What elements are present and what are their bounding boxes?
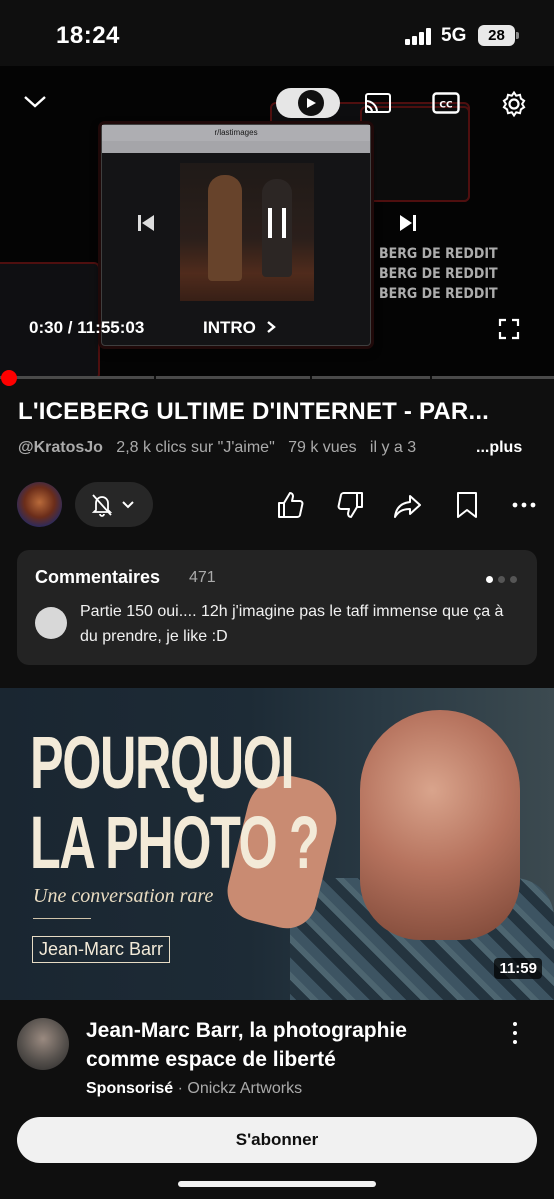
advertiser-avatar[interactable] [17,1018,69,1070]
status-time: 18:24 [56,22,120,49]
home-indicator [178,1181,376,1187]
more-actions-button[interactable] [511,490,541,520]
svg-text:CC: CC [439,101,453,111]
advertiser-name: Onickz Artworks [187,1080,303,1097]
signal-icon [405,28,433,45]
autoplay-toggle[interactable] [276,88,340,118]
bookmark-icon [457,492,477,518]
top-comment: Partie 150 oui.... 12h j'imagine pas le … [80,603,504,645]
status-bar: 18:24 5G 28 [0,0,554,66]
collapse-chevron-icon[interactable] [22,92,48,112]
comments-count: 471 [189,569,216,586]
thumbnail-headline-1: POURQUOI [30,721,294,804]
chevron-right-icon [266,321,276,333]
ad-title[interactable]: Jean-Marc Barr, la photographie comme es… [86,1016,486,1074]
share-icon [394,495,421,518]
notification-bell-button[interactable] [75,482,153,527]
network-type: 5G [441,25,467,46]
next-icon[interactable] [395,210,421,236]
save-button[interactable] [452,490,482,520]
comments-card[interactable]: Commentaires 471 Partie 150 oui.... 12h … [17,550,537,665]
previous-icon[interactable] [133,210,159,236]
chapter-button[interactable]: INTRO [203,318,277,338]
commenter-avatar [35,607,67,639]
thumbnail-headline-2: LA PHOTO ? [30,801,320,884]
thumbnail-rule [33,918,91,919]
ad-meta: Sponsorisé · Onickz Artworks [86,1080,303,1097]
progress-bar[interactable] [0,376,554,379]
cast-icon[interactable] [362,90,394,118]
chapter-divider [310,376,312,379]
comments-title: Commentaires [35,567,161,587]
ad-menu-icon[interactable] [510,1022,520,1048]
chapter-label: INTRO [203,318,256,337]
thumbnail-name: Jean-Marc Barr [32,936,171,963]
chapter-divider [154,376,156,379]
chapter-divider [430,376,432,379]
progress-scrubber[interactable] [1,370,17,386]
sponsored-label: Sponsorisé [86,1080,174,1097]
chevron-down-icon [122,501,134,509]
more-link[interactable]: ...plus [476,439,522,457]
video-title[interactable]: L'ICEBERG ULTIME D'INTERNET - PAR... [18,398,538,426]
carousel-dots [481,570,517,588]
thumbs-down-icon [337,492,363,518]
settings-gear-icon[interactable] [498,88,530,120]
share-button[interactable] [393,490,423,520]
view-count: 79 k vues [288,439,357,456]
video-player[interactable]: r/lastimages BERG DE REDDIT BERG DE REDD… [0,66,554,379]
play-toggle-icon [298,90,324,116]
like-button[interactable] [276,490,306,520]
current-time: 0:30 [29,318,64,337]
section-divider [0,678,554,688]
subscribe-button[interactable]: S'abonner [17,1117,537,1163]
total-time: / 11:55:03 [67,318,145,337]
bell-off-icon [91,494,113,517]
channel-handle: @KratosJo [18,439,103,456]
thumbnail-subtitle: Une conversation rare [33,885,214,907]
more-horizontal-icon [512,502,536,508]
video-duration: 11:59 [494,958,542,979]
ad-thumbnail[interactable]: POURQUOI LA PHOTO ? Une conversation rar… [0,688,554,1000]
channel-avatar[interactable] [17,482,62,527]
upload-age: il y a 3 [369,439,417,456]
fullscreen-icon[interactable] [496,316,522,342]
thumbnail-portrait [360,710,520,940]
thumbs-up-icon [278,492,304,518]
pause-icon[interactable] [262,204,292,242]
captions-icon[interactable]: CC [431,90,461,116]
time-display: 0:30 / 11:55:03 [29,318,144,338]
video-meta[interactable]: @KratosJo 2,8 k clics sur "J'aime" 79 k … [18,439,416,457]
dislike-button[interactable] [335,490,365,520]
battery-icon: 28 [478,25,519,46]
like-count-text: 2,8 k clics sur "J'aime" [116,439,275,456]
